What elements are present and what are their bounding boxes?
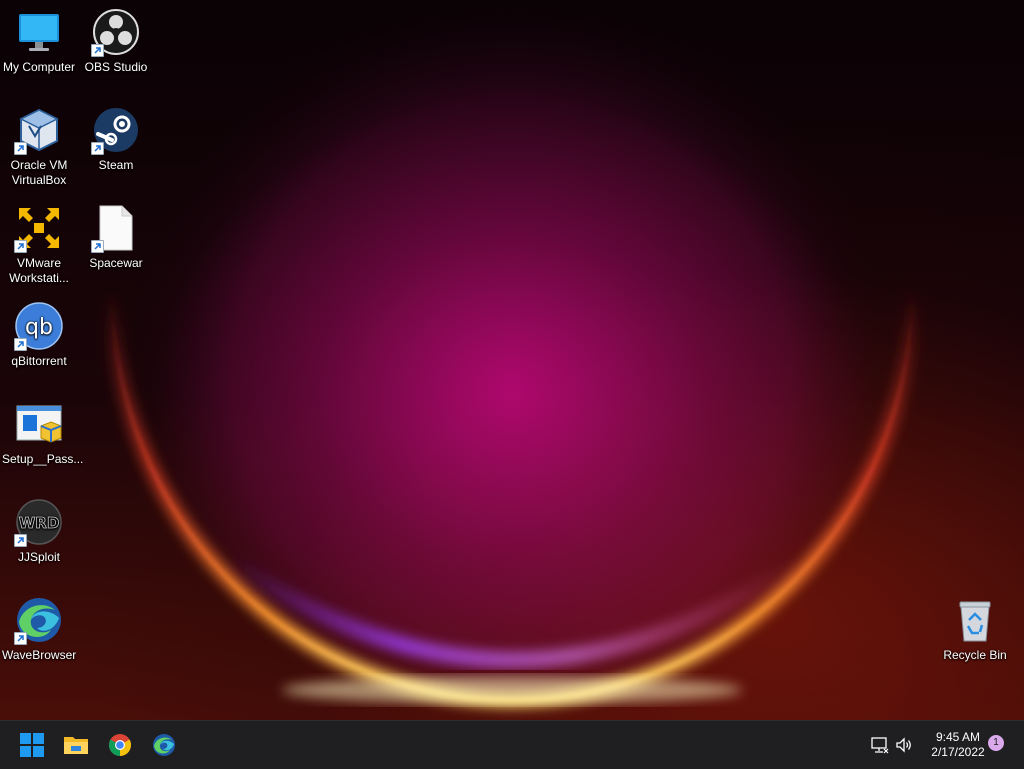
file-icon xyxy=(91,204,140,253)
desktop-icon-spacewar[interactable]: Spacewar xyxy=(77,196,155,271)
shortcut-arrow-icon xyxy=(91,142,104,155)
installer-icon xyxy=(15,400,63,448)
desktop-icon-label: VMware Workstati... xyxy=(9,256,69,285)
jjsploit-icon: WRD xyxy=(14,498,63,547)
desktop-icon-virtualbox[interactable]: Oracle VM VirtualBox xyxy=(0,98,78,188)
start-button[interactable] xyxy=(12,725,52,765)
shortcut-arrow-icon xyxy=(14,632,27,645)
taskbar-file-explorer[interactable] xyxy=(56,725,96,765)
desktop-icon-my-computer[interactable]: My Computer xyxy=(0,0,78,75)
desktop-icon-label: Spacewar xyxy=(89,256,143,270)
network-icon[interactable] xyxy=(870,735,890,755)
taskbar: 9:45 AM 2/17/2022 1 xyxy=(0,720,1024,769)
system-clock[interactable]: 9:45 AM 2/17/2022 xyxy=(920,730,996,760)
clock-time: 9:45 AM xyxy=(935,730,981,744)
taskbar-wavebrowser[interactable] xyxy=(144,725,184,765)
recycle-bin-icon xyxy=(951,596,999,644)
wavebrowser-icon xyxy=(14,596,63,645)
desktop-icon-label: Oracle VM VirtualBox xyxy=(10,158,68,187)
svg-text:WRD: WRD xyxy=(19,514,60,532)
vmware-icon xyxy=(14,204,63,253)
volume-icon[interactable] xyxy=(894,735,914,755)
desktop-icon-label: JJSploit xyxy=(17,550,61,564)
desktop-icon-label: WaveBrowser xyxy=(2,648,77,662)
windows-logo-icon xyxy=(20,733,44,757)
shortcut-arrow-icon xyxy=(14,534,27,547)
virtualbox-icon xyxy=(14,106,63,155)
desktop-icon-recycle-bin[interactable]: Recycle Bin xyxy=(936,588,1014,663)
wavebrowser-icon xyxy=(153,734,175,756)
shortcut-arrow-icon xyxy=(91,240,104,253)
desktop-icon-label: OBS Studio xyxy=(84,60,148,74)
desktop-icon-steam[interactable]: Steam xyxy=(77,98,155,173)
qbittorrent-icon: qb xyxy=(14,302,63,351)
obs-icon xyxy=(91,8,140,57)
desktop-icon-label: My Computer xyxy=(2,60,76,74)
desktop-icon-label: qBittorrent xyxy=(11,354,67,368)
desktop-icon-obs-studio[interactable]: OBS Studio xyxy=(77,0,155,75)
desktop-icon-wavebrowser[interactable]: WaveBrowser xyxy=(0,588,78,663)
monitor-icon xyxy=(15,8,63,56)
file-explorer-icon xyxy=(64,737,88,754)
desktop-icon-setup[interactable]: Setup__Pass... xyxy=(0,392,84,467)
shortcut-arrow-icon xyxy=(14,338,27,351)
desktop[interactable]: My Computer OBS Studio Oracle VM Virtual… xyxy=(0,0,1024,720)
desktop-icon-label: Setup__Pass... xyxy=(2,452,84,466)
desktop-icon-qbittorrent[interactable]: qb qBittorrent xyxy=(0,294,78,369)
desktop-icon-vmware-workstation[interactable]: VMware Workstati... xyxy=(0,196,78,286)
taskbar-chrome[interactable] xyxy=(100,725,140,765)
desktop-icon-jjsploit[interactable]: WRD JJSploit xyxy=(0,490,78,565)
shortcut-arrow-icon xyxy=(14,240,27,253)
steam-icon xyxy=(91,106,140,155)
clock-date: 2/17/2022 xyxy=(931,745,985,759)
shortcut-arrow-icon xyxy=(14,142,27,155)
notification-badge[interactable]: 1 xyxy=(988,735,1004,751)
desktop-icon-label: Steam xyxy=(98,158,134,172)
chrome-icon xyxy=(109,734,131,756)
svg-text:qb: qb xyxy=(25,315,53,340)
shortcut-arrow-icon xyxy=(91,44,104,57)
desktop-icon-label: Recycle Bin xyxy=(943,648,1007,662)
